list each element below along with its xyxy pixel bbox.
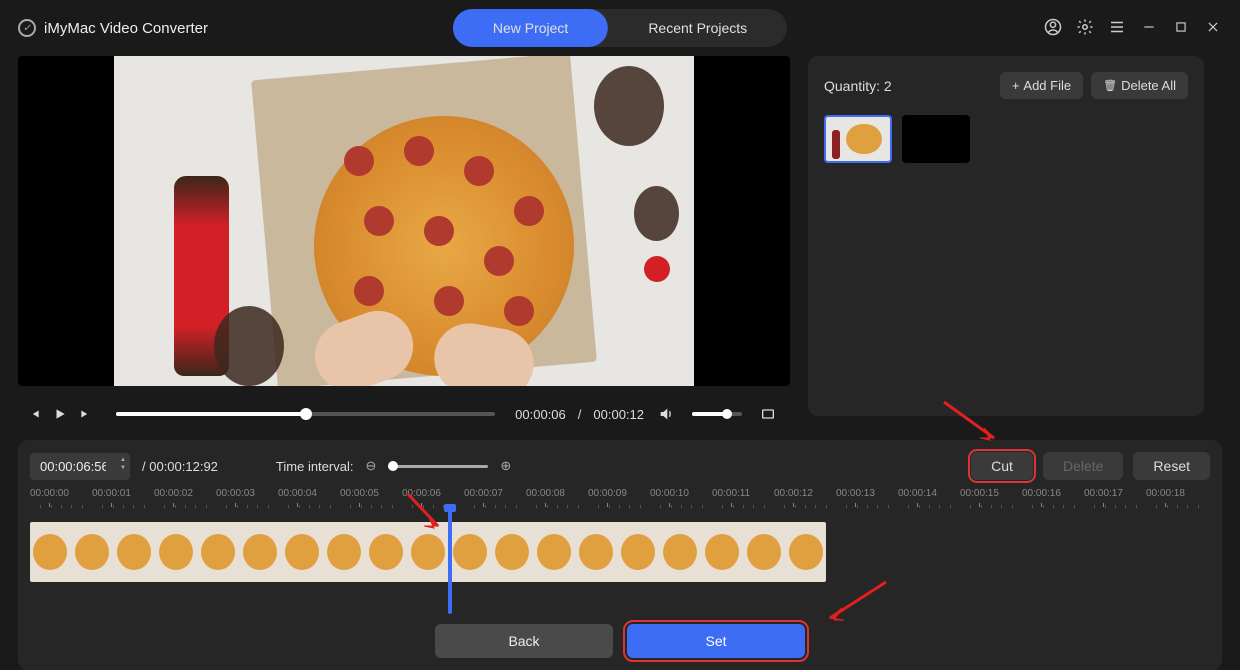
clip-panel: Quantity: 2 + Add File 🗑 Delete All <box>808 56 1204 416</box>
clip-thumbnail-1[interactable] <box>824 115 892 163</box>
playhead[interactable] <box>448 510 452 614</box>
delete-icon: 🗑 <box>1103 79 1117 92</box>
volume-icon[interactable] <box>656 404 676 424</box>
window-controls <box>1044 18 1222 36</box>
filmstrip-frame <box>198 522 240 582</box>
add-file-button[interactable]: + Add File <box>1000 72 1083 99</box>
duration-full: / 00:00:12:92 <box>142 459 218 474</box>
volume-slider[interactable] <box>692 412 742 416</box>
seek-bar[interactable] <box>116 412 495 416</box>
cut-button[interactable]: Cut <box>971 452 1033 480</box>
delete-all-button[interactable]: 🗑 Delete All <box>1091 72 1188 99</box>
ruler-tick: 00:00:09 <box>588 488 627 499</box>
menu-icon[interactable] <box>1108 18 1126 36</box>
stepper-arrows-icon[interactable]: ▲▼ <box>120 456 126 472</box>
close-icon[interactable] <box>1204 18 1222 36</box>
delete-button[interactable]: Delete <box>1043 452 1123 480</box>
time-position-input[interactable]: ▲▼ <box>30 453 130 480</box>
ruler-tick: 00:00:04 <box>278 488 317 499</box>
filmstrip-frame <box>240 522 282 582</box>
ruler-tick: 00:00:17 <box>1084 488 1123 499</box>
play-icon[interactable] <box>50 404 70 424</box>
reset-button[interactable]: Reset <box>1133 452 1210 480</box>
duration: 00:00:12 <box>593 407 644 422</box>
skip-forward-icon[interactable] <box>76 404 96 424</box>
filmstrip-frame <box>660 522 702 582</box>
project-tabs: New Project Recent Projects <box>453 9 787 47</box>
ruler-tick: 00:00:18 <box>1146 488 1185 499</box>
filmstrip-frame <box>156 522 198 582</box>
account-icon[interactable] <box>1044 18 1062 36</box>
zoom-in-icon[interactable]: ⊕ <box>500 458 511 474</box>
clip-thumbnails <box>824 115 1188 163</box>
tab-recent-projects[interactable]: Recent Projects <box>608 9 787 47</box>
filmstrip-frame <box>72 522 114 582</box>
timeline-editor: ▲▼ / 00:00:12:92 Time interval: ⊖ ⊕ Cut … <box>18 440 1222 670</box>
set-button[interactable]: Set <box>627 624 805 658</box>
plus-icon: + <box>1012 78 1020 93</box>
ruler-tick: 00:00:16 <box>1022 488 1061 499</box>
ruler-tick: 00:00:12 <box>774 488 813 499</box>
ruler-tick: 00:00:07 <box>464 488 503 499</box>
ruler-tick: 00:00:00 <box>30 488 69 499</box>
ruler-tick: 00:00:15 <box>960 488 999 499</box>
ruler-tick: 00:00:05 <box>340 488 379 499</box>
filmstrip-frame <box>576 522 618 582</box>
zoom-out-icon[interactable]: ⊖ <box>365 458 376 474</box>
timeline-ruler[interactable]: 00:00:00 00:00:01 00:00:02 00:00:03 00:00:04… <box>30 488 1210 514</box>
ruler-tick: 00:00:11 <box>712 488 750 499</box>
filmstrip-frame <box>408 522 450 582</box>
ruler-tick: 00:00:03 <box>216 488 255 499</box>
filmstrip-frame <box>30 522 72 582</box>
filmstrip-frame <box>366 522 408 582</box>
filmstrip-frame <box>114 522 156 582</box>
filmstrip-frame <box>534 522 576 582</box>
filmstrip[interactable] <box>30 522 1210 602</box>
video-frame-scene <box>114 56 694 386</box>
logo-icon: ✓ <box>18 19 36 37</box>
ruler-tick: 00:00:13 <box>836 488 875 499</box>
ruler-tick: 00:00:02 <box>154 488 193 499</box>
ruler-tick: 00:00:14 <box>898 488 937 499</box>
clip-thumbnail-2[interactable] <box>902 115 970 163</box>
filmstrip-frame <box>786 522 826 582</box>
filmstrip-frame <box>744 522 786 582</box>
ruler-tick: 00:00:08 <box>526 488 565 499</box>
back-button[interactable]: Back <box>435 624 613 658</box>
app-logo: ✓ iMyMac Video Converter <box>18 19 208 37</box>
filmstrip-frame <box>702 522 744 582</box>
ruler-tick: 00:00:10 <box>650 488 689 499</box>
filmstrip-frame <box>618 522 660 582</box>
app-title: iMyMac Video Converter <box>44 20 208 37</box>
fullscreen-icon[interactable] <box>758 404 778 424</box>
time-interval-label: Time interval: <box>276 459 354 474</box>
ruler-tick: 00:00:01 <box>92 488 131 499</box>
ruler-tick: 00:00:06 <box>402 488 441 499</box>
quantity-value: 2 <box>884 78 892 94</box>
player-controls: 00:00:06 / 00:00:12 <box>18 394 790 434</box>
gear-icon[interactable] <box>1076 18 1094 36</box>
time-separator: / <box>578 407 582 422</box>
filmstrip-frame <box>492 522 534 582</box>
minimize-icon[interactable] <box>1140 18 1158 36</box>
filmstrip-frame <box>282 522 324 582</box>
video-preview <box>18 56 790 386</box>
title-bar: ✓ iMyMac Video Converter New Project Rec… <box>0 0 1240 56</box>
filmstrip-frame <box>324 522 366 582</box>
tab-new-project[interactable]: New Project <box>453 9 608 47</box>
quantity-label: Quantity: 2 <box>824 78 892 94</box>
skip-back-icon[interactable] <box>24 404 44 424</box>
current-time: 00:00:06 <box>515 407 566 422</box>
time-interval-slider[interactable] <box>388 465 488 468</box>
maximize-icon[interactable] <box>1172 18 1190 36</box>
filmstrip-frame <box>450 522 492 582</box>
